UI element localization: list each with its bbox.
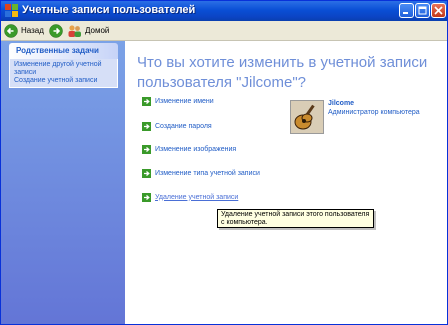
green-arrow-icon: [142, 144, 151, 154]
panel-body: Изменение другой учетной записи Создание…: [9, 59, 118, 88]
title-bar[interactable]: Учетные записи пользователей: [1, 1, 447, 21]
action-label: Изменение типа учетной записи: [155, 169, 260, 177]
forward-button[interactable]: [49, 22, 63, 39]
maximize-button[interactable]: [415, 3, 430, 18]
close-icon: [434, 6, 443, 15]
minimize-icon: [403, 12, 408, 14]
home-label: Домой: [85, 26, 110, 35]
toolbar: Назад Домой: [1, 21, 447, 41]
back-arrow-icon: [4, 23, 18, 38]
change-name-link[interactable]: Изменение имени: [142, 95, 214, 107]
tooltip: Удаление учетной записи этого пользовате…: [217, 209, 374, 228]
change-picture-link[interactable]: Изменение изображения: [142, 143, 236, 155]
user-picture: [290, 100, 324, 134]
green-arrow-icon: [142, 192, 151, 202]
action-label: Изменение имени: [155, 97, 214, 105]
guitar-icon: [291, 101, 323, 133]
minimize-button[interactable]: [399, 3, 414, 18]
user-accounts-icon: [5, 4, 18, 17]
green-arrow-icon: [142, 96, 151, 106]
back-label: Назад: [21, 26, 44, 35]
user-role: Администратор компьютера: [328, 109, 420, 116]
panel-header[interactable]: Родственные задачи: [9, 43, 118, 59]
green-arrow-icon: [142, 168, 151, 178]
window-title: Учетные записи пользователей: [22, 4, 196, 16]
create-account-link[interactable]: Создание учетной записи: [14, 77, 113, 85]
user-accounts-window: Учетные записи пользователей Назад Домой…: [0, 0, 448, 325]
forward-arrow-icon: [49, 23, 63, 38]
action-label: Создание пароля: [155, 122, 212, 130]
user-name: Jilcome: [328, 100, 355, 107]
close-button[interactable]: [431, 3, 446, 18]
green-arrow-icon: [142, 121, 151, 131]
action-label: Удаление учетной записи: [155, 193, 239, 201]
change-account-type-link[interactable]: Изменение типа учетной записи: [142, 167, 260, 179]
main-content: Что вы хотите изменить в учетной записи …: [125, 41, 447, 324]
related-tasks-panel: Родственные задачи Изменение другой учет…: [9, 43, 118, 89]
change-other-account-link[interactable]: Изменение другой учетной записи: [14, 61, 113, 77]
back-button[interactable]: Назад: [4, 22, 44, 39]
page-heading: Что вы хотите изменить в учетной записи …: [137, 54, 428, 91]
action-label: Изменение изображения: [155, 145, 237, 153]
home-button[interactable]: Домой: [67, 22, 109, 39]
delete-account-link[interactable]: Удаление учетной записи: [142, 191, 238, 203]
create-password-link[interactable]: Создание пароля: [142, 120, 212, 132]
users-icon: [68, 24, 81, 37]
maximize-icon: [418, 6, 427, 15]
panel-title: Родственные задачи: [16, 46, 99, 55]
task-sidebar: Родственные задачи Изменение другой учет…: [1, 41, 125, 324]
